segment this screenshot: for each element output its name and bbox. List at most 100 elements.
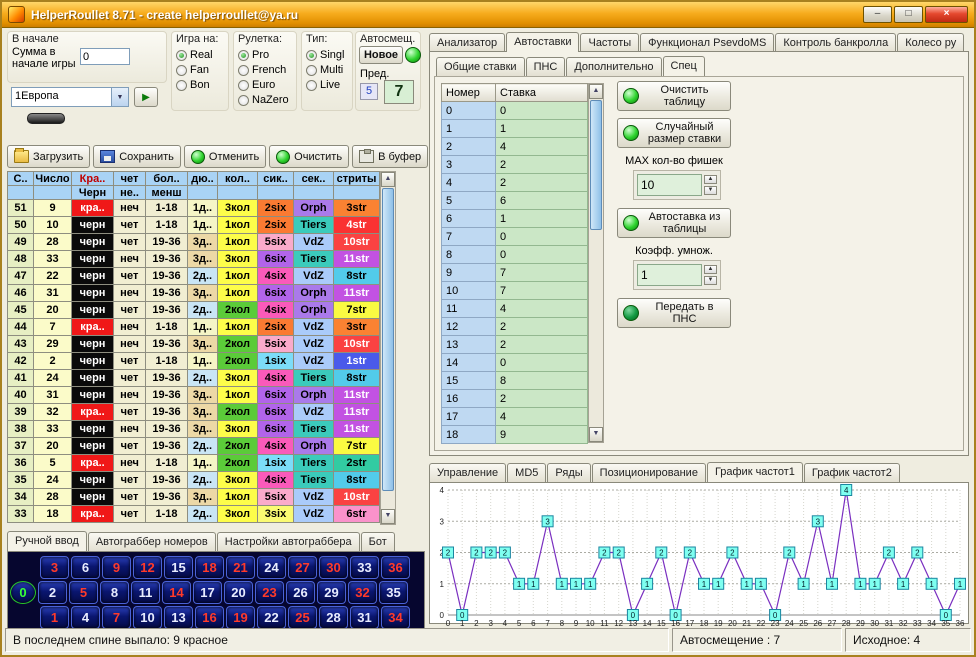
type-option-0[interactable]: Singl <box>306 49 350 61</box>
max-chips-input[interactable]: 10 <box>637 174 702 196</box>
roulette-option-3[interactable]: NaZero <box>238 94 294 106</box>
main-tab-3[interactable]: Функционал PsevdoMS <box>640 33 774 52</box>
number-cell-36[interactable]: 36 <box>381 556 410 579</box>
number-cell-6[interactable]: 6 <box>71 556 100 579</box>
sub-tab-1[interactable]: ПНС <box>526 57 566 76</box>
sub-tab-2[interactable]: Дополнительно <box>566 57 661 76</box>
number-cell-27[interactable]: 27 <box>288 556 317 579</box>
coef-down-button[interactable]: ▼ <box>704 276 717 285</box>
history-row[interactable]: 5010чернчет1-181д..1кол2sixTiers4str <box>8 217 380 234</box>
bottom-tab-2[interactable]: Ряды <box>547 463 590 482</box>
number-cell-34[interactable]: 34 <box>381 606 410 629</box>
history-header-0[interactable]: С.. <box>8 172 34 186</box>
type-option-2[interactable]: Live <box>306 79 350 91</box>
number-cell-12[interactable]: 12 <box>133 556 162 579</box>
bottom-tab-0[interactable]: Управление <box>429 463 506 482</box>
number-cell-30[interactable]: 30 <box>319 556 348 579</box>
main-tab-1[interactable]: Автоставки <box>506 32 579 52</box>
toolbar-button-1[interactable]: Сохранить <box>93 145 181 168</box>
main-tab-5[interactable]: Колесо ру <box>897 33 964 52</box>
bottom-tab-1[interactable]: MD5 <box>507 463 546 482</box>
input-tab-1[interactable]: Автограббер номеров <box>88 532 216 551</box>
history-row[interactable]: 4031черннеч19-363д..1кол6sixOrph11str <box>8 387 380 404</box>
number-cell-33[interactable]: 33 <box>350 556 379 579</box>
number-cell-15[interactable]: 15 <box>164 556 193 579</box>
bet-value-cell[interactable]: 1 <box>496 210 588 228</box>
bottom-tab-4[interactable]: График частот1 <box>707 462 803 482</box>
history-header-4[interactable]: бол.. <box>146 172 188 186</box>
history-row[interactable]: 365кра..неч1-181д..2кол1sixTiers2str <box>8 455 380 472</box>
history-row[interactable]: 3720чернчет19-362д..2кол4sixOrph7str <box>8 438 380 455</box>
bet-value-cell[interactable]: 7 <box>496 282 588 300</box>
coef-input[interactable]: 1 <box>637 264 702 286</box>
history-row[interactable]: 3932кра..чет19-363д..2кол6sixVdZ11str <box>8 404 380 421</box>
scroll-down-icon[interactable]: ▼ <box>589 427 603 442</box>
bet-value-cell[interactable]: 2 <box>496 156 588 174</box>
title-bar[interactable]: HelperRoullet 8.71 - create helperroulle… <box>2 2 974 28</box>
number-cell-20[interactable]: 20 <box>224 581 253 604</box>
history-row[interactable]: 519кра..неч1-181д..3кол2sixOrph3str <box>8 200 380 217</box>
number-cell-24[interactable]: 24 <box>257 556 286 579</box>
bet-value-cell[interactable]: 0 <box>496 228 588 246</box>
send-to-pns-button[interactable]: Передать в ПНС <box>617 298 731 328</box>
history-header-3[interactable]: чет <box>114 172 146 186</box>
combo-dropdown-button[interactable]: ▼ <box>111 88 128 106</box>
input-tab-3[interactable]: Бот <box>361 532 395 551</box>
toolbar-button-0[interactable]: Загрузить <box>7 145 90 168</box>
scroll-up-icon[interactable]: ▲ <box>589 84 603 99</box>
history-row[interactable]: 3833черннеч19-363д..3кол6sixTiers11str <box>8 421 380 438</box>
game-option-2[interactable]: Bon <box>176 79 226 91</box>
bet-value-cell[interactable]: 0 <box>496 354 588 372</box>
autobet-button[interactable]: Автоставка из таблицы <box>617 208 731 238</box>
collapse-strip-button[interactable] <box>27 113 65 124</box>
history-header-8[interactable]: сек.. <box>294 172 334 186</box>
maximize-button[interactable]: □ <box>894 6 923 23</box>
number-cell-32[interactable]: 32 <box>348 581 377 604</box>
type-option-1[interactable]: Multi <box>306 64 350 76</box>
history-row[interactable]: 447кра..неч1-181д..1кол2sixVdZ3str <box>8 319 380 336</box>
history-row[interactable]: 4833черннеч19-363д..3кол6sixTiers11str <box>8 251 380 268</box>
number-cell-11[interactable]: 11 <box>131 581 160 604</box>
bets-scrollbar[interactable]: ▲ ▼ <box>588 83 604 443</box>
history-row[interactable]: 4928чернчет19-363д..1кол5sixVdZ10str <box>8 234 380 251</box>
number-cell-10[interactable]: 10 <box>133 606 162 629</box>
bets-scroll-thumb[interactable] <box>590 100 602 230</box>
number-cell-13[interactable]: 13 <box>164 606 193 629</box>
bet-value-cell[interactable]: 1 <box>496 120 588 138</box>
history-row[interactable]: 3524чернчет19-362д..3кол4sixTiers8str <box>8 472 380 489</box>
history-header-2[interactable]: Кра.. <box>72 172 114 186</box>
number-cell-18[interactable]: 18 <box>195 556 224 579</box>
number-cell-3[interactable]: 3 <box>40 556 69 579</box>
toolbar-button-4[interactable]: В буфер <box>352 145 428 168</box>
game-option-0[interactable]: Real <box>176 49 226 61</box>
number-cell-31[interactable]: 31 <box>350 606 379 629</box>
max-chips-up-button[interactable]: ▲ <box>704 175 717 184</box>
bet-value-cell[interactable]: 2 <box>496 318 588 336</box>
number-cell-22[interactable]: 22 <box>257 606 286 629</box>
bets-header-number[interactable]: Номер <box>442 84 496 102</box>
number-cell-23[interactable]: 23 <box>255 581 284 604</box>
number-cell-2[interactable]: 2 <box>38 581 67 604</box>
bet-value-cell[interactable]: 0 <box>496 102 588 120</box>
bet-value-cell[interactable]: 4 <box>496 138 588 156</box>
history-row[interactable]: 4329черннеч19-363д..2кол5sixVdZ10str <box>8 336 380 353</box>
input-tab-0[interactable]: Ручной ввод <box>7 531 87 551</box>
bottom-tab-5[interactable]: График частот2 <box>804 463 900 482</box>
bet-value-cell[interactable]: 2 <box>496 336 588 354</box>
bet-value-cell[interactable]: 4 <box>496 408 588 426</box>
bottom-tab-3[interactable]: Позиционирование <box>592 463 706 482</box>
bet-value-cell[interactable]: 8 <box>496 372 588 390</box>
history-row[interactable]: 4520чернчет19-362д..2кол4sixOrph7str <box>8 302 380 319</box>
number-cell-29[interactable]: 29 <box>317 581 346 604</box>
history-row[interactable]: 4124чернчет19-362д..3кол4sixTiers8str <box>8 370 380 387</box>
bet-value-cell[interactable]: 2 <box>496 390 588 408</box>
number-cell-9[interactable]: 9 <box>102 556 131 579</box>
history-header-1[interactable]: Число <box>34 172 72 186</box>
coef-up-button[interactable]: ▲ <box>704 265 717 274</box>
bet-value-cell[interactable]: 2 <box>496 174 588 192</box>
history-header-6[interactable]: кол.. <box>218 172 258 186</box>
new-autoshift-button[interactable]: Новое <box>359 46 403 64</box>
roulette-option-1[interactable]: French <box>238 64 294 76</box>
sub-tab-0[interactable]: Общие ставки <box>436 57 525 76</box>
input-tab-2[interactable]: Настройки автограббера <box>217 532 360 551</box>
